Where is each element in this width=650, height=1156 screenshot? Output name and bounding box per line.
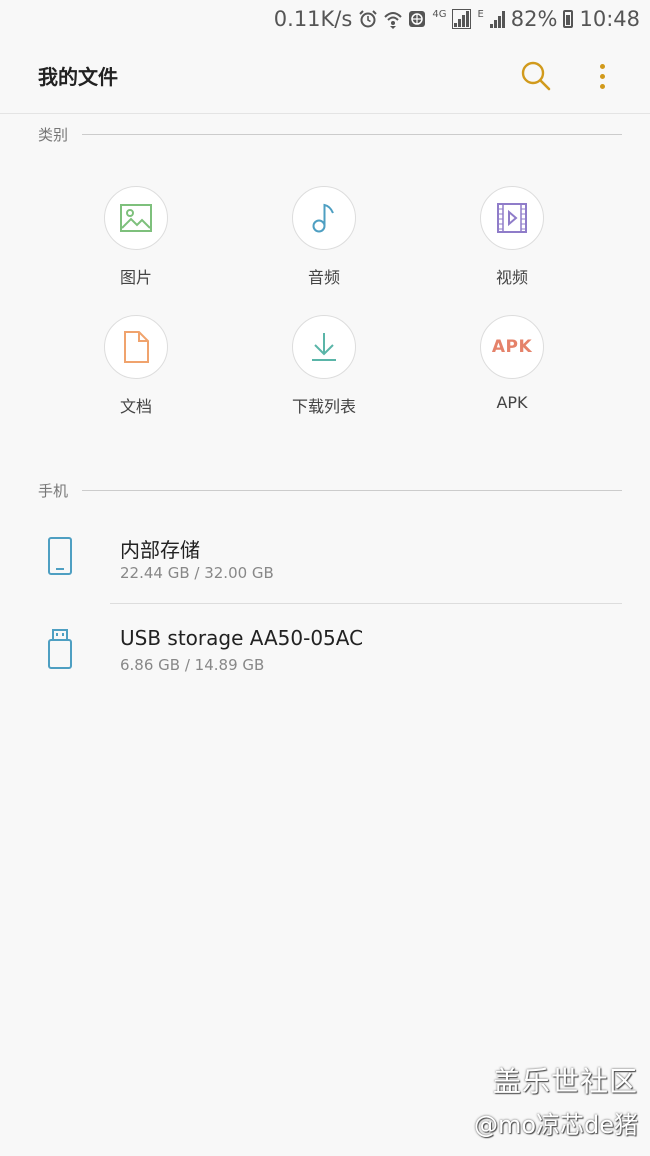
categories-header: 类别 bbox=[38, 124, 622, 145]
category-label: 图片 bbox=[119, 268, 152, 287]
signal-icon bbox=[489, 10, 505, 28]
storage-name: 内部存储 bbox=[120, 538, 200, 562]
battery-percent: 82% bbox=[510, 7, 558, 31]
usb-icon bbox=[46, 628, 74, 674]
alarm-icon bbox=[358, 9, 378, 29]
music-note-icon bbox=[312, 203, 334, 233]
category-label: APK bbox=[496, 393, 528, 412]
storage-size: 22.44 GB / 32.00 GB bbox=[120, 564, 274, 582]
phone-header: 手机 bbox=[38, 480, 622, 501]
divider bbox=[110, 603, 622, 604]
category-label: 视频 bbox=[495, 268, 528, 287]
apk-icon: APK bbox=[491, 337, 533, 357]
watermark-author: @mo凉芯de猪 bbox=[473, 1111, 638, 1139]
category-documents[interactable]: 文档 bbox=[76, 315, 196, 417]
more-options-button[interactable] bbox=[590, 58, 614, 94]
categories-header-label: 类别 bbox=[38, 126, 69, 144]
network-e-label: E bbox=[477, 8, 484, 20]
my-files-screen: 0.11K/s 4G E 82% 10:48 我的文件 类别 图片 音频 视频 … bbox=[0, 0, 650, 1156]
category-downloads[interactable]: 下载列表 bbox=[264, 315, 384, 417]
clock: 10:48 bbox=[579, 7, 640, 31]
storage-name: USB storage AA50-05AC bbox=[120, 626, 364, 650]
watermark-community: 盖乐世社区 bbox=[492, 1065, 638, 1098]
divider bbox=[82, 490, 622, 491]
storage-size: 6.86 GB / 14.89 GB bbox=[120, 656, 265, 674]
battery-icon bbox=[563, 10, 574, 28]
vpn-icon bbox=[408, 10, 426, 28]
storage-internal[interactable]: 内部存储 22.44 GB / 32.00 GB bbox=[0, 518, 650, 608]
category-label: 文档 bbox=[119, 397, 152, 416]
category-apk[interactable]: APK APK bbox=[452, 315, 572, 412]
document-icon bbox=[124, 331, 149, 363]
app-bar: 我的文件 bbox=[0, 38, 650, 114]
category-label: 音频 bbox=[307, 268, 340, 287]
phone-icon bbox=[46, 536, 74, 580]
image-icon bbox=[120, 204, 152, 232]
network-speed: 0.11K/s bbox=[273, 7, 353, 31]
phone-header-label: 手机 bbox=[38, 482, 69, 500]
category-audio[interactable]: 音频 bbox=[264, 186, 384, 288]
page-title: 我的文件 bbox=[38, 65, 118, 89]
divider bbox=[82, 134, 622, 135]
download-icon bbox=[312, 333, 336, 361]
search-icon bbox=[521, 61, 551, 91]
signal-icon bbox=[452, 9, 472, 29]
category-images[interactable]: 图片 bbox=[76, 186, 196, 288]
wifi-icon bbox=[384, 9, 403, 29]
video-icon bbox=[497, 203, 527, 233]
network-4g-label: 4G bbox=[432, 8, 447, 20]
storage-usb[interactable]: USB storage AA50-05AC 6.86 GB / 14.89 GB bbox=[0, 612, 650, 702]
category-label: 下载列表 bbox=[291, 397, 356, 416]
more-vert-icon bbox=[599, 63, 605, 69]
status-bar: 0.11K/s 4G E 82% 10:48 bbox=[0, 0, 650, 38]
category-video[interactable]: 视频 bbox=[452, 186, 572, 288]
search-button[interactable] bbox=[518, 58, 554, 94]
